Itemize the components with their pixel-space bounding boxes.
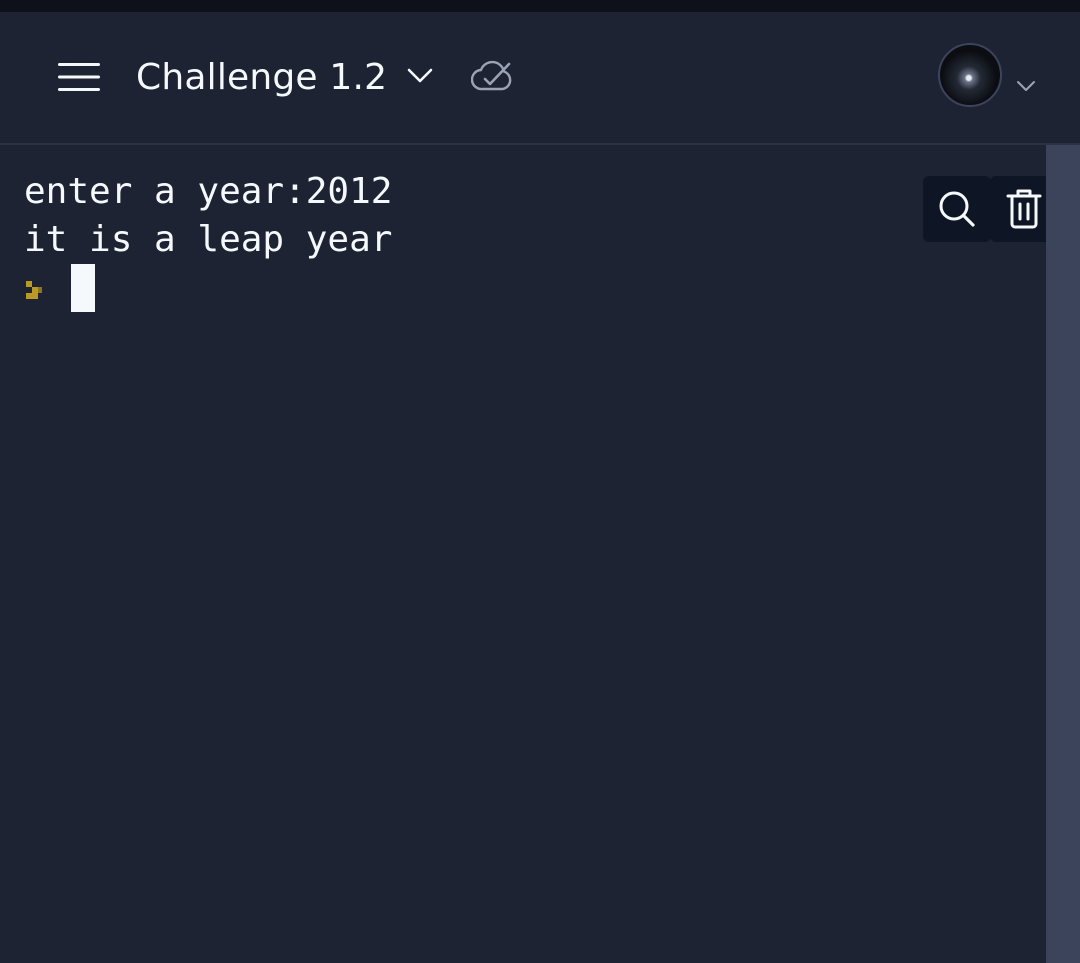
search-icon bbox=[939, 191, 975, 227]
console-line: it is a leap year bbox=[24, 219, 393, 260]
chevron-down-icon bbox=[1017, 81, 1035, 91]
hamburger-menu-icon bbox=[58, 63, 100, 91]
cloud-check-icon bbox=[471, 60, 512, 91]
search-button[interactable] bbox=[923, 176, 991, 242]
console-line: enter a year:2012 bbox=[24, 171, 393, 212]
menu-button[interactable] bbox=[50, 52, 108, 102]
project-title[interactable]: Challenge 1.2 bbox=[136, 50, 387, 106]
saved-status bbox=[468, 56, 516, 96]
account-dropdown-button[interactable] bbox=[1012, 72, 1040, 100]
console-output[interactable]: enter a year:2012 it is a leap year bbox=[0, 145, 1058, 963]
header-bar: Challenge 1.2 bbox=[0, 12, 1080, 145]
chevron-down-icon bbox=[407, 68, 433, 83]
title-dropdown-button[interactable] bbox=[400, 56, 440, 96]
prompt-chevron-icon bbox=[26, 281, 42, 299]
user-avatar[interactable] bbox=[938, 43, 1002, 107]
top-strip bbox=[0, 0, 1080, 12]
text-cursor bbox=[71, 264, 95, 312]
trash-icon bbox=[1006, 189, 1042, 229]
app-window: Challenge 1.2 enter a year:2012 it is a … bbox=[0, 0, 1080, 963]
scrollbar[interactable] bbox=[1046, 145, 1080, 963]
